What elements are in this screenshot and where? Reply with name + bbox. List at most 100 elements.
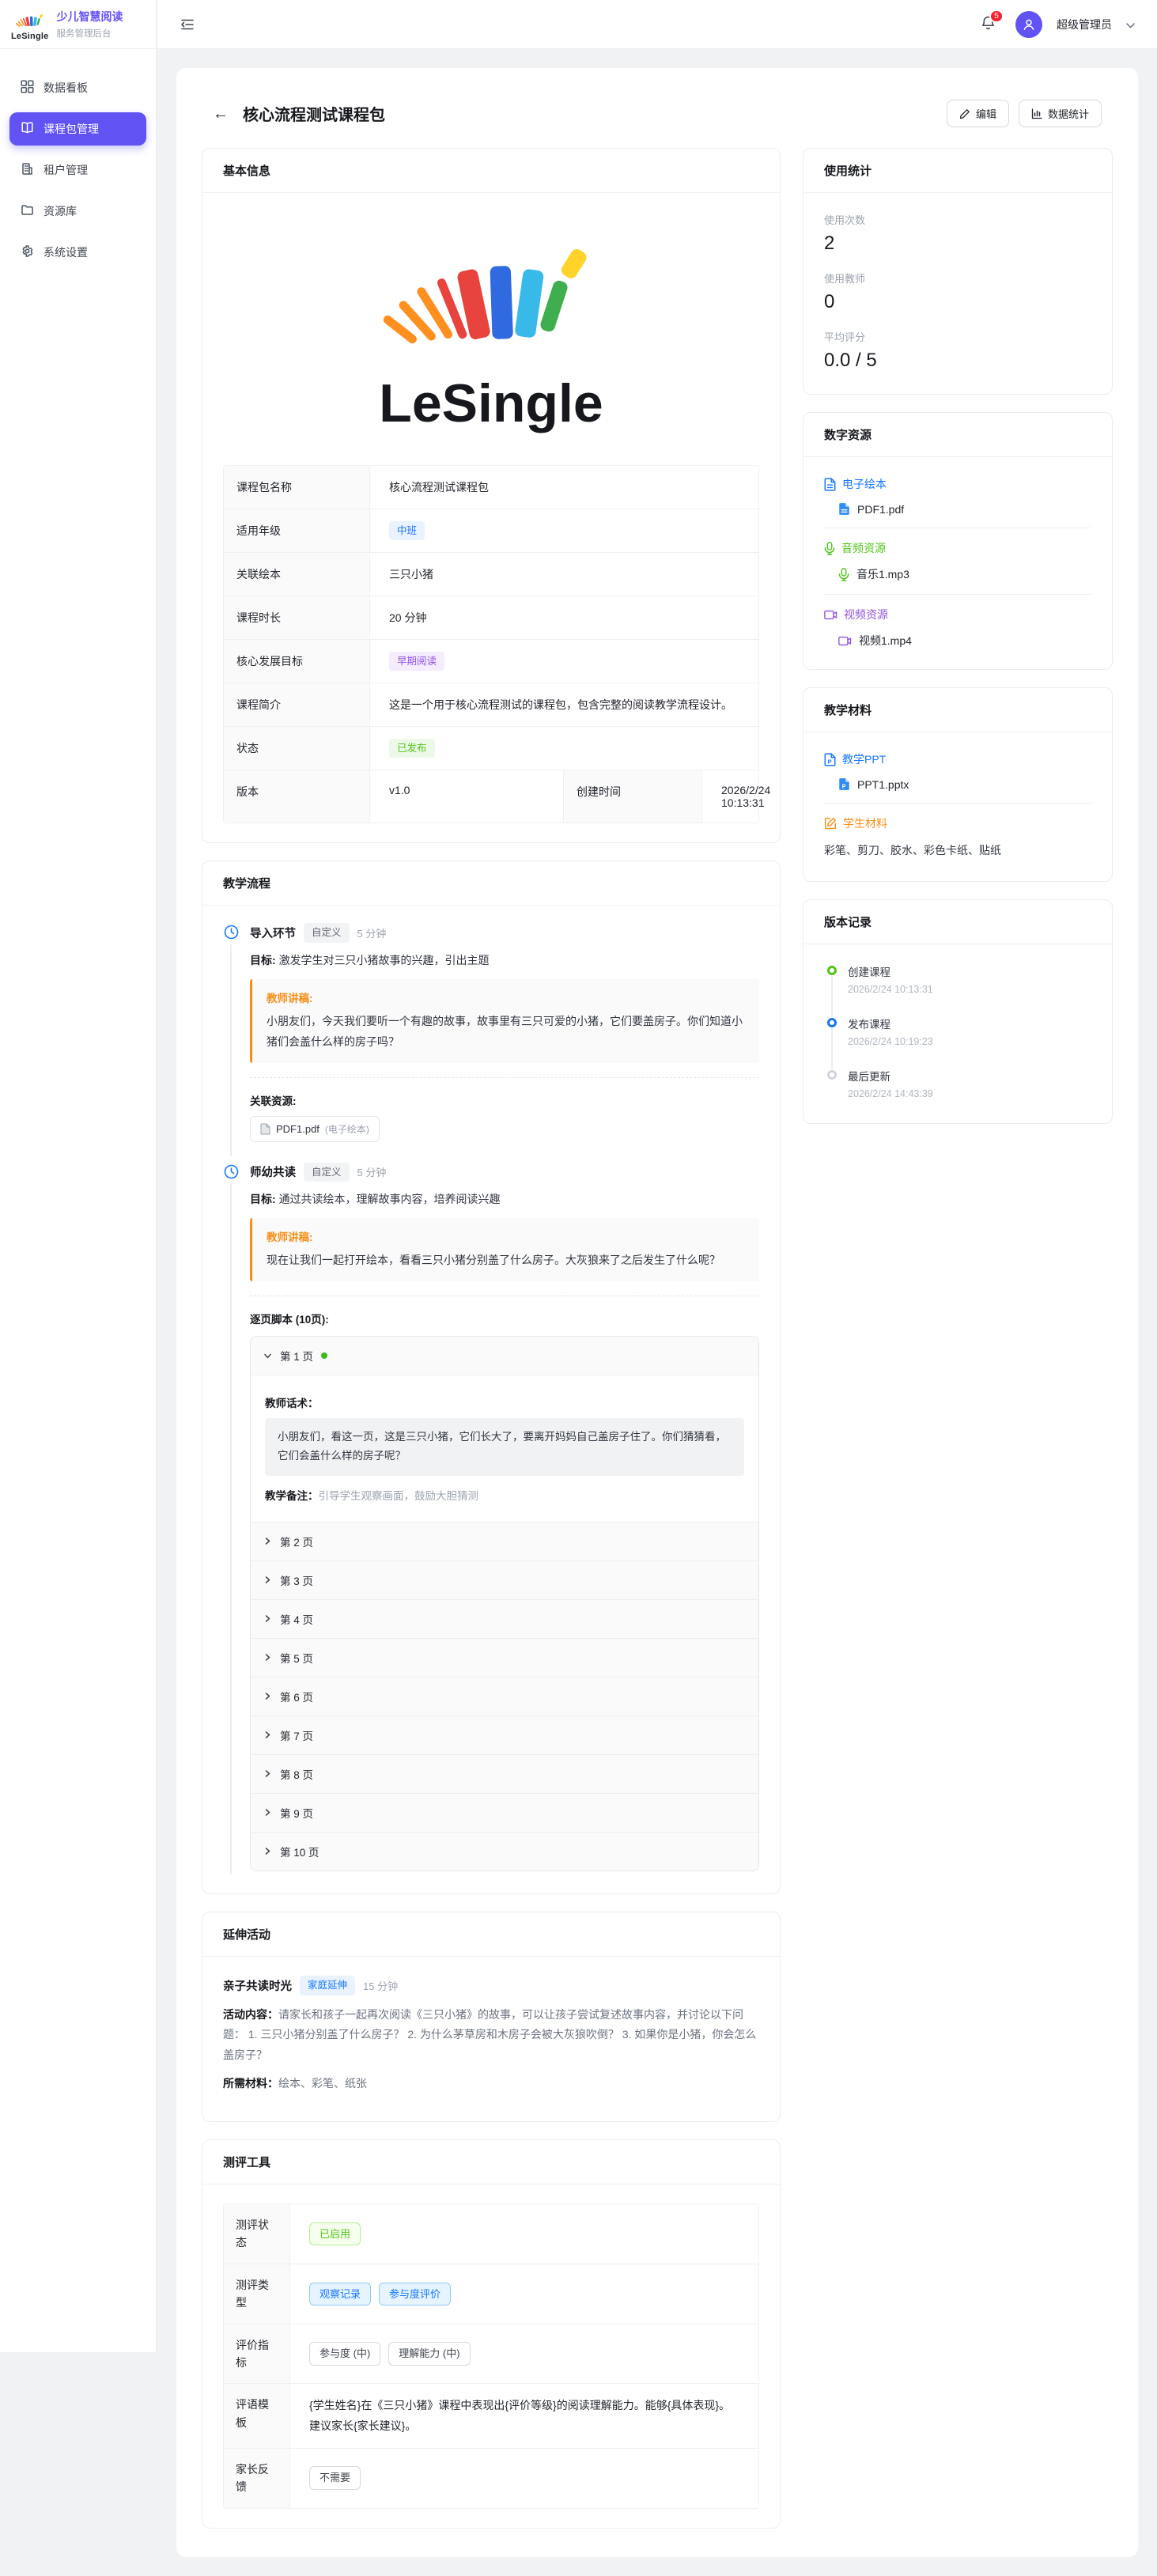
page-1-header[interactable]: 第 1 页 — [251, 1337, 758, 1375]
indicator-badge: 理解能力 (中) — [388, 2342, 470, 2366]
basic-info-title: 基本信息 — [202, 149, 780, 193]
row-label: 状态 — [224, 727, 370, 770]
user-icon — [1022, 17, 1036, 32]
stat-average-rating: 平均评分 0.0 / 5 — [824, 329, 1091, 372]
row-value: 核心流程测试课程包 — [370, 466, 758, 509]
extension-activity-card: 延伸活动 亲子共读时光 家庭延伸 15 分钟 活动内容：请家长和孩子一起再次阅读… — [202, 1912, 781, 2122]
row-value: 已发布 — [370, 727, 758, 770]
stat-value: 0 — [824, 291, 1091, 313]
sidebar-item-course-packages[interactable]: 课程包管理 — [9, 112, 146, 146]
table-row: 核心发展目标 早期阅读 — [224, 640, 758, 683]
version-value: v1.0 — [370, 770, 564, 823]
chevron-down-icon[interactable] — [1126, 18, 1135, 31]
step-duration: 5 分钟 — [357, 925, 387, 940]
clock-icon — [224, 1164, 239, 1179]
sidebar-nav: 数据看板 课程包管理 租户管理 资源库 系统设置 — [0, 49, 156, 269]
resource-file-name: 音乐1.mp3 — [856, 566, 909, 582]
folder-icon — [21, 203, 34, 219]
page-8-header[interactable]: 第 8 页 — [251, 1755, 758, 1794]
table-row: 课程时长 20 分钟 — [224, 596, 758, 640]
page-title-text: 第 7 页 — [280, 1727, 313, 1743]
file-icon — [260, 1123, 270, 1135]
sidebar-item-settings[interactable]: 系统设置 — [9, 236, 146, 269]
data-stats-button[interactable]: 数据统计 — [1019, 100, 1102, 127]
edit-button-label: 编辑 — [976, 106, 996, 121]
materials-text: 绘本、彩笔、纸张 — [278, 2077, 367, 2090]
notifications-button[interactable]: 5 — [980, 15, 996, 34]
timeline-label: 创建课程 — [848, 963, 1091, 979]
main-content: ← 核心流程测试课程包 编辑 数据统计 基本信息 — [157, 49, 1157, 2576]
sidebar-item-resources[interactable]: 资源库 — [9, 195, 146, 228]
usage-stats-title: 使用统计 — [803, 149, 1112, 193]
green-dot-icon — [321, 1352, 327, 1359]
script-text: 现在让我们一起打开绘本，看看三只小猪分别盖了什么房子。大灰狼来了之后发生了什么呢… — [267, 1250, 745, 1271]
table-row: 测评状态 已启用 — [224, 2204, 758, 2264]
note-text: 引导学生观察画面，鼓励大胆猜测 — [319, 1490, 479, 1502]
chevron-right-icon — [263, 1653, 272, 1662]
teaching-materials-card: 教学材料 P 教学PPT P PPT1.pptx — [803, 687, 1113, 882]
sidebar-item-label: 系统设置 — [43, 244, 88, 260]
notification-badge: 5 — [989, 9, 1004, 23]
student-materials-text: 彩笔、剪刀、胶水、彩色卡纸、贴纸 — [824, 842, 1091, 861]
row-value: 已启用 — [290, 2204, 758, 2264]
row-label: 适用年级 — [224, 509, 370, 552]
mic-icon — [838, 568, 849, 581]
collapse-sidebar-button[interactable] — [180, 17, 195, 32]
page-1-body: 教师话术： 小朋友们，看这一页，这是三只小猪，它们长大了，要离开妈妈自己盖房子住… — [251, 1375, 758, 1523]
teaching-process-title: 教学流程 — [202, 861, 780, 906]
resource-file[interactable]: PDF1.pdf — [838, 502, 1091, 516]
table-row: 课程简介 这是一个用于核心流程测试的课程包，包含完整的阅读教学流程设计。 — [224, 683, 758, 727]
table-row: 评语模板 {学生姓名}在《三只小猪》课程中表现出{评价等级}的阅读理解能力。能够… — [224, 2384, 758, 2448]
sidebar: LeSingle 少儿智慧阅读 服务管理后台 数据看板 课程包管理 租户管理 资… — [0, 0, 157, 2352]
edit-square-icon — [824, 817, 837, 830]
chevron-right-icon — [263, 1769, 272, 1778]
goal-badge: 早期阅读 — [389, 652, 444, 671]
row-label: 课程简介 — [224, 683, 370, 726]
goal-text: 激发学生对三只小猪故事的兴趣，引出主题 — [279, 954, 490, 966]
table-row: 测评类型 观察记录 参与度评价 — [224, 2264, 758, 2324]
talk-label: 教师话术： — [265, 1394, 744, 1410]
activity-materials: 所需材料：绘本、彩笔、纸张 — [223, 2074, 759, 2094]
table-row: 适用年级 中班 — [224, 509, 758, 553]
page-9-header[interactable]: 第 9 页 — [251, 1794, 758, 1833]
activity-duration: 15 分钟 — [363, 1978, 398, 1993]
page-5-header[interactable]: 第 5 页 — [251, 1639, 758, 1678]
resource-file[interactable]: 音乐1.mp3 — [838, 566, 1091, 582]
timeline-time: 2026/2/24 10:13:31 — [848, 984, 1091, 995]
page-4-header[interactable]: 第 4 页 — [251, 1600, 758, 1639]
row-label: 关联绘本 — [224, 553, 370, 596]
page-7-header[interactable]: 第 7 页 — [251, 1716, 758, 1755]
user-name[interactable]: 超级管理员 — [1057, 17, 1112, 32]
resource-group-video: 视频资源 视频1.mp4 — [824, 607, 1091, 650]
edit-button[interactable]: 编辑 — [947, 100, 1009, 127]
page-title-text: 第 3 页 — [280, 1572, 313, 1588]
back-button[interactable]: ← — [213, 106, 229, 122]
svg-text:P: P — [828, 758, 832, 765]
chevron-right-icon — [263, 1731, 272, 1739]
sidebar-item-tenants[interactable]: 租户管理 — [9, 153, 146, 187]
clock-icon — [224, 925, 239, 940]
page-6-header[interactable]: 第 6 页 — [251, 1678, 758, 1716]
resource-file[interactable]: 视频1.mp4 — [838, 633, 1091, 649]
page-3-header[interactable]: 第 3 页 — [251, 1561, 758, 1600]
page-2-header[interactable]: 第 2 页 — [251, 1523, 758, 1561]
chevron-right-icon — [263, 1808, 272, 1817]
bar-chart-icon — [1031, 108, 1042, 119]
step-goal: 目标: 通过共读绘本，理解故事内容，培养阅读兴趣 — [250, 1191, 759, 1207]
material-group-student: 学生材料 彩笔、剪刀、胶水、彩色卡纸、贴纸 — [824, 815, 1091, 862]
teaching-materials-title: 教学材料 — [803, 688, 1112, 732]
avatar[interactable] — [1015, 11, 1042, 38]
step-type-badge: 自定义 — [304, 923, 350, 943]
assessment-tools-title: 测评工具 — [202, 2140, 780, 2184]
materials-label: 所需材料： — [223, 2077, 278, 2090]
top-header: 5 超级管理员 — [157, 0, 1157, 49]
step-type-badge: 自定义 — [304, 1163, 350, 1182]
page-10-header[interactable]: 第 10 页 — [251, 1833, 758, 1871]
indicator-badge: 参与度 (中) — [309, 2342, 380, 2366]
material-file[interactable]: P PPT1.pptx — [838, 777, 1091, 791]
resource-group-ebook: 电子绘本 PDF1.pdf — [824, 476, 1091, 528]
stat-value: 2 — [824, 233, 1091, 255]
resource-file-type: (电子绘本) — [325, 1122, 369, 1136]
sidebar-item-dashboard[interactable]: 数据看板 — [9, 71, 146, 104]
resource-chip[interactable]: PDF1.pdf (电子绘本) — [250, 1116, 380, 1142]
